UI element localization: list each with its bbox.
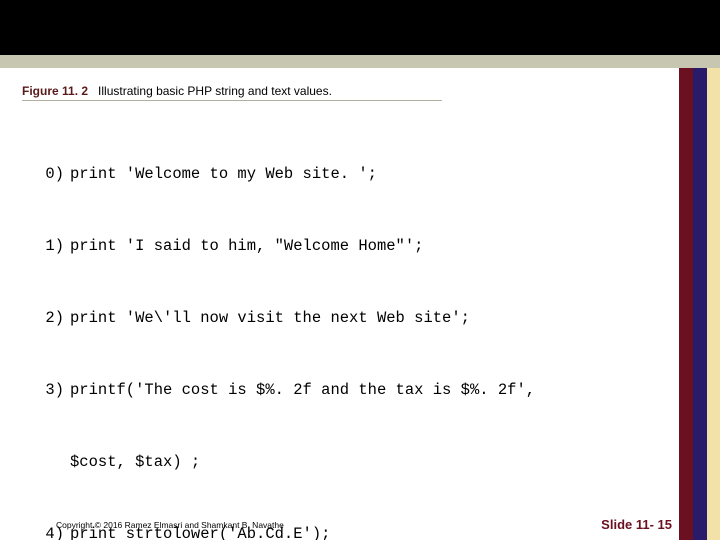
slide-number: Slide 11- 15 bbox=[601, 517, 672, 532]
slide: Figure 11. 2 Illustrating basic PHP stri… bbox=[0, 0, 720, 540]
footer: Copyright © 2016 Ramez Elmasri and Shamk… bbox=[0, 506, 720, 540]
top-band-black bbox=[0, 0, 720, 55]
code-block: 0)print 'Welcome to my Web site. '; 1)pr… bbox=[22, 108, 662, 540]
line-number bbox=[32, 450, 70, 474]
side-rails bbox=[679, 55, 720, 540]
code-line: $cost, $tax) ; bbox=[32, 450, 652, 474]
line-text: printf('The cost is $%. 2f and the tax i… bbox=[70, 378, 652, 402]
code-line: 2)print 'We\'ll now visit the next Web s… bbox=[32, 306, 652, 330]
code-line: 3)printf('The cost is $%. 2f and the tax… bbox=[32, 378, 652, 402]
copyright-text: Copyright © 2016 Ramez Elmasri and Shamk… bbox=[56, 520, 284, 530]
code-line: 0)print 'Welcome to my Web site. '; bbox=[32, 162, 652, 186]
side-rails-cap bbox=[679, 55, 720, 68]
line-number: 1) bbox=[32, 234, 70, 258]
line-text: print 'I said to him, "Welcome Home"'; bbox=[70, 234, 652, 258]
figure-title: Illustrating basic PHP string and text v… bbox=[98, 84, 332, 98]
caption-underline bbox=[22, 100, 442, 101]
top-band bbox=[0, 0, 720, 68]
code-line: 1)print 'I said to him, "Welcome Home"'; bbox=[32, 234, 652, 258]
figure-caption: Figure 11. 2 Illustrating basic PHP stri… bbox=[22, 84, 332, 98]
rail-cream bbox=[707, 55, 720, 540]
line-text: print 'Welcome to my Web site. '; bbox=[70, 162, 652, 186]
line-number: 2) bbox=[32, 306, 70, 330]
line-number: 0) bbox=[32, 162, 70, 186]
rail-red bbox=[679, 55, 693, 540]
line-text: print 'We\'ll now visit the next Web sit… bbox=[70, 306, 652, 330]
figure-label: Figure 11. 2 bbox=[22, 84, 88, 98]
line-number: 3) bbox=[32, 378, 70, 402]
rail-blue bbox=[693, 55, 707, 540]
line-text: $cost, $tax) ; bbox=[70, 450, 652, 474]
